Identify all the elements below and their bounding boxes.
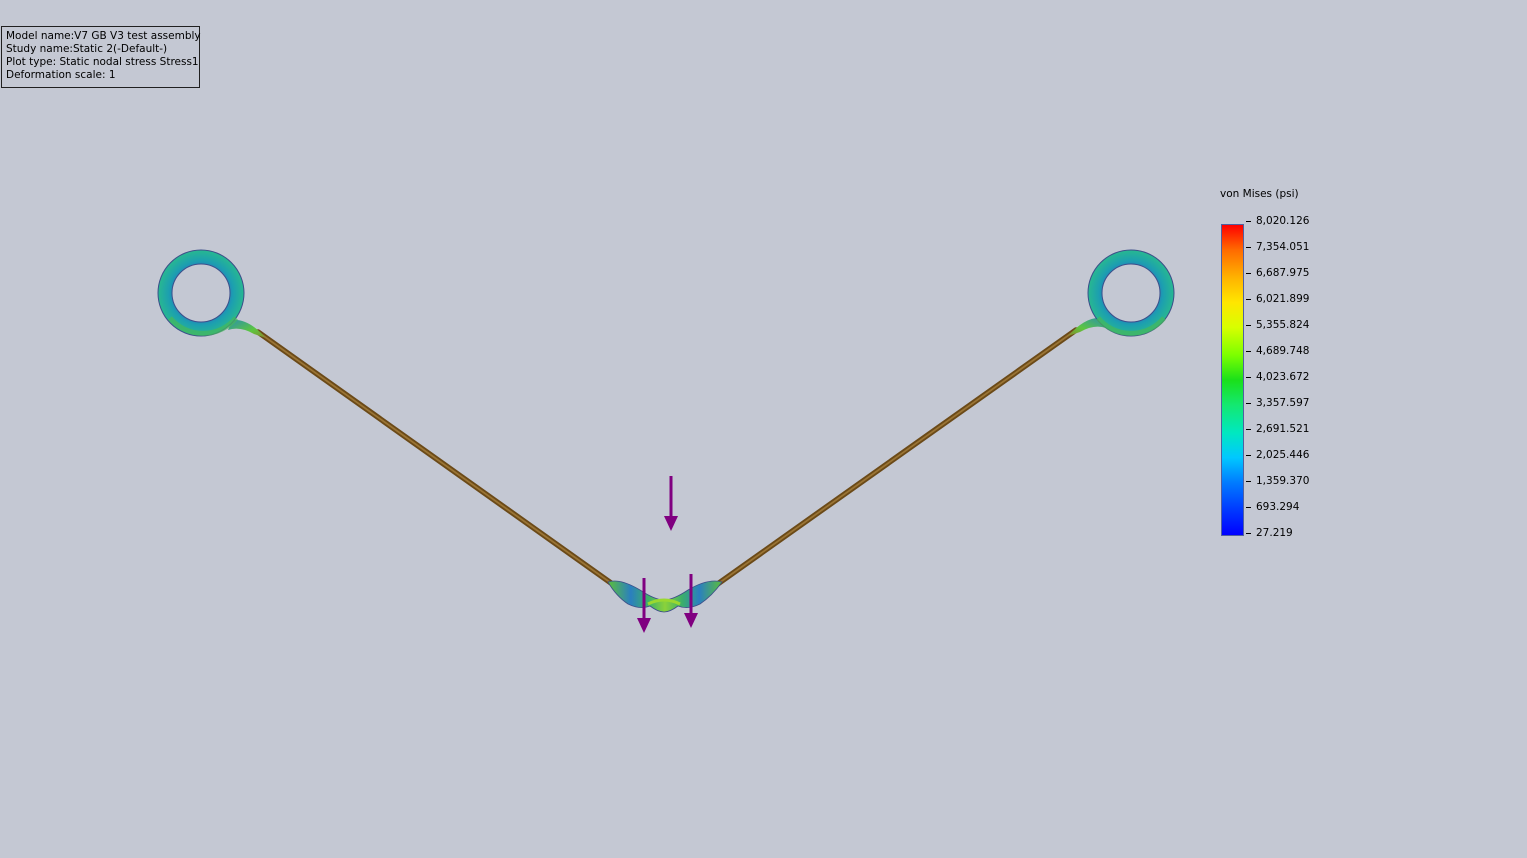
legend-tick-label: 4,689.748 xyxy=(1256,345,1310,357)
legend-tick xyxy=(1246,351,1251,352)
legend-tick-label: 6,687.975 xyxy=(1256,267,1310,279)
legend-tick xyxy=(1246,325,1251,326)
left-mount-ring xyxy=(157,249,266,338)
legend-tick-label: 2,025.446 xyxy=(1256,449,1310,461)
legend-tick-label: 693.294 xyxy=(1256,501,1300,513)
legend-tick-label: 7,354.051 xyxy=(1256,241,1310,253)
legend-tick xyxy=(1246,429,1251,430)
legend-tick-label: 2,691.521 xyxy=(1256,423,1310,435)
stress-legend[interactable]: von Mises (psi) 8,020.126 7,354.051 6,687.… xyxy=(1218,186,1338,546)
legend-title: von Mises (psi) xyxy=(1220,188,1299,200)
bottom-saddle xyxy=(607,580,723,613)
legend-tick-label: 6,021.899 xyxy=(1256,293,1310,305)
legend-tick-label: 3,357.597 xyxy=(1256,397,1310,409)
legend-tick xyxy=(1246,481,1251,482)
legend-tick xyxy=(1246,455,1251,456)
legend-tick-label: 5,355.824 xyxy=(1256,319,1310,331)
graphics-viewport[interactable]: Model name:V7 GB V3 test assembly Study … xyxy=(0,0,1527,858)
legend-tick xyxy=(1246,533,1251,534)
legend-color-bar xyxy=(1221,224,1244,536)
legend-tick xyxy=(1246,403,1251,404)
legend-tick xyxy=(1246,273,1251,274)
legend-tick xyxy=(1246,377,1251,378)
legend-tick xyxy=(1246,299,1251,300)
legend-tick-label: 27.219 xyxy=(1256,527,1293,539)
legend-tick xyxy=(1246,221,1251,222)
legend-tick xyxy=(1246,507,1251,508)
legend-tick-label: 4,023.672 xyxy=(1256,371,1310,383)
down-arrow-icon xyxy=(664,476,678,531)
legend-tick xyxy=(1246,247,1251,248)
legend-tick-label: 1,359.370 xyxy=(1256,475,1310,487)
legend-tick-label: 8,020.126 xyxy=(1256,215,1310,227)
right-mount-ring xyxy=(1068,249,1175,337)
